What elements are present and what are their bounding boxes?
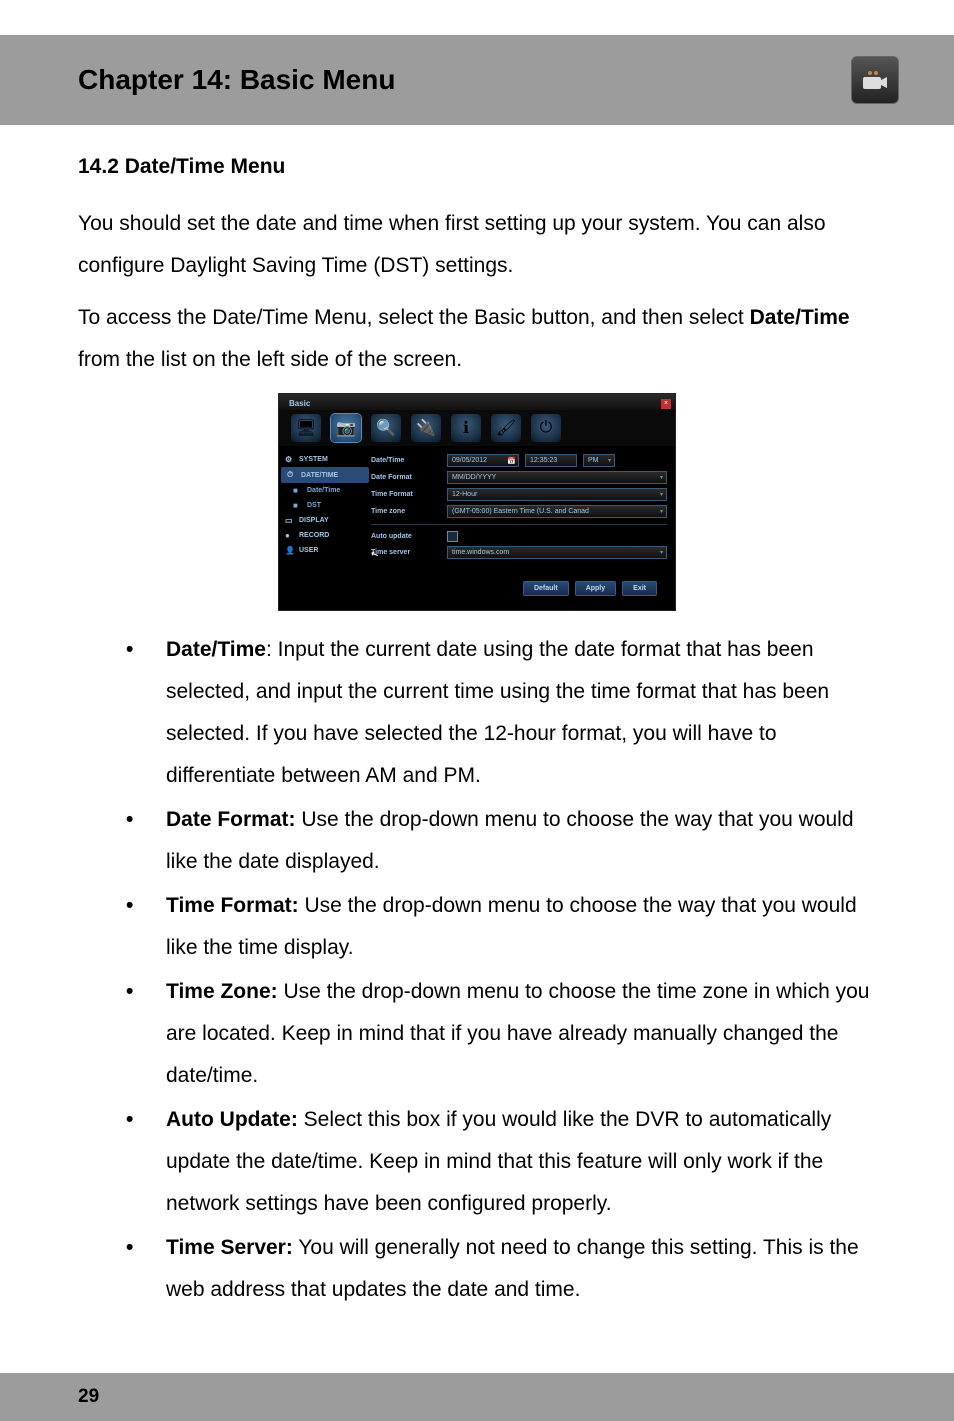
intro-p2-bold: Date/Time bbox=[750, 306, 850, 329]
bullet-dateformat: Date Format: Use the drop-down menu to c… bbox=[126, 799, 876, 883]
apply-button[interactable]: Apply bbox=[575, 581, 616, 596]
bullet-bold: Date Format: bbox=[166, 808, 296, 831]
record-icon: ● bbox=[285, 531, 295, 540]
default-button[interactable]: Default bbox=[523, 581, 569, 596]
autoupdate-checkbox[interactable] bbox=[447, 531, 458, 542]
bullet-timeserver: Time Server: You will generally not need… bbox=[126, 1227, 876, 1311]
bullet-bold: Time Zone: bbox=[166, 980, 278, 1003]
sidebar-item-record[interactable]: ● RECORD bbox=[279, 528, 371, 543]
tab-camera-icon[interactable]: 📷 bbox=[331, 414, 361, 442]
tab-brush-icon[interactable]: 🖌 bbox=[491, 414, 521, 442]
bullet-datetime: Date/Time: Input the current date using … bbox=[126, 629, 876, 797]
sidebar-label: Date/Time bbox=[307, 487, 340, 494]
monitor-icon: ▭ bbox=[285, 516, 295, 525]
main-panel: Date/Time 09/05/2012 12:35:23 PM Date Fo… bbox=[371, 446, 675, 610]
camera-icon bbox=[851, 56, 899, 104]
dateformat-dropdown[interactable]: MM/DD/YYYY bbox=[447, 471, 667, 484]
chapter-title: Chapter 14: Basic Menu bbox=[78, 64, 395, 96]
bullet-list: Date/Time: Input the current date using … bbox=[78, 629, 876, 1311]
sidebar-item-system[interactable]: ⚙ SYSTEM bbox=[279, 452, 371, 467]
time-field[interactable]: 12:35:23 bbox=[525, 454, 577, 467]
clock-icon: ⏱ bbox=[287, 470, 297, 480]
bullet-bold: Time Server: bbox=[166, 1236, 293, 1259]
intro-p2-a: To access the Date/Time Menu, select the… bbox=[78, 306, 750, 329]
bullet-text: : Input the current date using the date … bbox=[166, 638, 829, 787]
sidebar-item-display[interactable]: ▭ DISPLAY bbox=[279, 513, 371, 528]
bullet-timezone: Time Zone: Use the drop-down menu to cho… bbox=[126, 971, 876, 1097]
bullet-bold: Auto Update: bbox=[166, 1108, 298, 1131]
ampm-dropdown[interactable]: PM bbox=[583, 454, 615, 467]
row-label-dateformat: Date Format bbox=[371, 474, 441, 481]
tab-search-icon[interactable]: 🔍 bbox=[371, 414, 401, 442]
close-icon[interactable]: × bbox=[661, 399, 671, 409]
sidebar-label: DST bbox=[307, 502, 321, 509]
tab-info-icon[interactable]: ℹ bbox=[451, 414, 481, 442]
intro-paragraph-2: To access the Date/Time Menu, select the… bbox=[78, 297, 876, 381]
sidebar-label: DATE/TIME bbox=[301, 472, 338, 479]
date-field[interactable]: 09/05/2012 bbox=[447, 454, 519, 467]
divider bbox=[371, 524, 667, 525]
user-icon: 👤 bbox=[285, 546, 295, 555]
tab-system-icon[interactable]: 🖥 bbox=[291, 414, 321, 442]
tab-power-icon[interactable]: ⏻ bbox=[531, 414, 561, 442]
sidebar-sub-datetime[interactable]: ■ Date/Time bbox=[279, 483, 371, 498]
row-label-timezone: Time zone bbox=[371, 508, 441, 515]
bullet-bold: Time Format: bbox=[166, 894, 299, 917]
square-icon: ■ bbox=[293, 501, 303, 510]
bullet-timeformat: Time Format: Use the drop-down menu to c… bbox=[126, 885, 876, 969]
intro-p2-c: from the list on the left side of the sc… bbox=[78, 348, 462, 371]
section-heading: 14.2 Date/Time Menu bbox=[78, 155, 876, 179]
window-title: Basic bbox=[289, 399, 310, 408]
exit-button[interactable]: Exit bbox=[622, 581, 657, 596]
chapter-header: Chapter 14: Basic Menu bbox=[0, 35, 954, 125]
square-icon: ■ bbox=[293, 486, 303, 495]
intro-paragraph-1: You should set the date and time when fi… bbox=[78, 203, 876, 287]
tab-drive-icon[interactable]: 🔌 bbox=[411, 414, 441, 442]
gear-icon: ⚙ bbox=[285, 455, 295, 464]
timeformat-dropdown[interactable]: 12-Hour bbox=[447, 488, 667, 501]
sidebar-sub-dst[interactable]: ■ DST bbox=[279, 498, 371, 513]
sidebar-item-datetime[interactable]: ⏱ DATE/TIME bbox=[281, 467, 369, 483]
page-footer: 29 bbox=[0, 1373, 954, 1421]
row-label-datetime: Date/Time bbox=[371, 457, 441, 464]
sidebar: ⚙ SYSTEM ⏱ DATE/TIME ■ Date/Time ■ DST ▭ DISP… bbox=[279, 446, 371, 610]
row-label-timeformat: Time Format bbox=[371, 491, 441, 498]
sidebar-label: RECORD bbox=[299, 532, 329, 539]
timezone-dropdown[interactable]: (GMT-05:00) Eastern Time (U.S. and Canad bbox=[447, 505, 667, 518]
bullet-bold: Date/Time bbox=[166, 638, 266, 661]
row-label-timeserver: Time server bbox=[371, 549, 441, 556]
row-label-autoupdate: Auto update bbox=[371, 533, 441, 540]
ui-titlebar: Basic × bbox=[279, 394, 675, 410]
sidebar-item-user[interactable]: 👤 USER bbox=[279, 543, 371, 558]
ui-window: Basic × 🖥 📷 🔍 🔌 ℹ 🖌 ⏻ ⚙ SYSTEM ⏱ DATE/TIME bbox=[278, 393, 676, 611]
sidebar-label: SYSTEM bbox=[299, 456, 328, 463]
timeserver-dropdown[interactable]: time.windows.com bbox=[447, 546, 667, 559]
screenshot-container: Basic × 🖥 📷 🔍 🔌 ℹ 🖌 ⏻ ⚙ SYSTEM ⏱ DATE/TIME bbox=[78, 393, 876, 611]
tab-row: 🖥 📷 🔍 🔌 ℹ 🖌 ⏻ bbox=[279, 410, 675, 446]
sidebar-label: USER bbox=[299, 547, 318, 554]
page-number: 29 bbox=[78, 1386, 99, 1408]
bullet-autoupdate: Auto Update: Select this box if you woul… bbox=[126, 1099, 876, 1225]
sidebar-label: DISPLAY bbox=[299, 517, 329, 524]
